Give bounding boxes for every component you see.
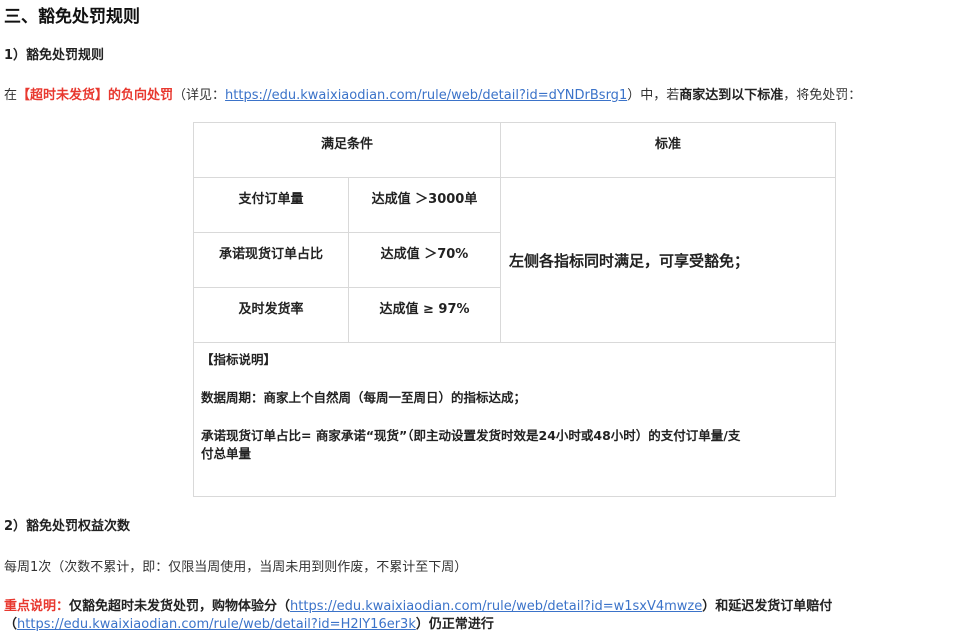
key-note-line2: （https://edu.kwaixiaodian.com/rule/web/d… [4, 613, 494, 632]
key-note-text3: （ [4, 617, 18, 632]
value-cell: 达成值 ≥ 97% [347, 287, 502, 343]
note-ratio-line1: 承诺现货订单占比= 商家承诺“现货”（即主动设置发货时效是24小时或48小时）的… [201, 428, 741, 443]
key-note-text1: 仅豁免超时未发货处罚，购物体验分（ [69, 599, 291, 614]
indicator-note-cell: 【指标说明】 数据周期：商家上个自然周（每周一至周日）的指标达成； 承诺现货订单… [192, 342, 837, 497]
table-note-row: 【指标说明】 数据周期：商家上个自然周（每周一至周日）的指标达成； 承诺现货订单… [192, 342, 837, 497]
metric-cell: 支付订单量 [193, 177, 349, 233]
metric-cell: 承诺现货订单占比 [193, 232, 349, 288]
intro-bold-text: 商家达到以下标准 [679, 88, 784, 103]
intro-paragraph: 在【超时未发货】的负向处罚（详见：https://edu.kwaixiaodia… [4, 84, 861, 103]
table-header-row: 满足条件 标准 [192, 122, 837, 178]
document-page: 三、豁免处罚规则 1）豁免处罚规则 在【超时未发货】的负向处罚（详见：https… [0, 0, 957, 633]
intro-red-text: 【超时未发货】的负向处罚 [17, 88, 174, 103]
shopping-experience-link[interactable]: https://edu.kwaixiaodian.com/rule/web/de… [290, 599, 702, 614]
subsection-title-exemption-count: 2）豁免处罚权益次数 [4, 519, 131, 534]
note-ratio-line2: 付总单量 [201, 446, 252, 461]
frequency-text: 每周1次（次数不累计，即：仅限当周使用，当周未用到则作废，不累计至下周） [4, 560, 468, 575]
rule-table-container: 满足条件 标准 支付订单量 达成值 ＞3000单 左侧各指标同时满足，可享受豁免… [192, 122, 837, 497]
key-note-label: 重点说明： [4, 599, 70, 614]
header-condition: 满足条件 [192, 122, 502, 178]
note-title: 【指标说明】 [201, 352, 277, 367]
key-note-line1: 重点说明：仅豁免超时未发货处罚，购物体验分（https://edu.kwaixi… [4, 595, 832, 614]
delay-compensation-link[interactable]: https://edu.kwaixiaodian.com/rule/web/de… [17, 617, 416, 632]
section-title: 三、豁免处罚规则 [4, 7, 140, 27]
rule-table: 满足条件 标准 支付订单量 达成值 ＞3000单 左侧各指标同时满足，可享受豁免… [192, 122, 837, 497]
intro-mid: （详见： [173, 88, 226, 103]
key-note-text4: ）仍正常进行 [415, 617, 494, 632]
intro-suffix: ，将免处罚： [783, 88, 862, 103]
intro-after-link: ）中，若 [627, 88, 680, 103]
value-cell: 达成值 ＞3000单 [347, 177, 502, 233]
value-cell: 达成值 ＞70% [347, 232, 502, 288]
table-row: 支付订单量 达成值 ＞3000单 左侧各指标同时满足，可享受豁免； [193, 177, 837, 343]
rule-detail-link[interactable]: https://edu.kwaixiaodian.com/rule/web/de… [225, 88, 627, 103]
subsection-title-exemption-rules: 1）豁免处罚规则 [4, 48, 105, 63]
intro-prefix: 在 [4, 88, 18, 103]
header-standard: 标准 [500, 122, 837, 178]
note-period: 数据周期：商家上个自然周（每周一至周日）的指标达成； [201, 390, 527, 405]
standard-cell: 左侧各指标同时满足，可享受豁免； [500, 177, 837, 343]
key-note-text2: ）和延迟发货订单赔付 [702, 599, 833, 614]
metric-cell: 及时发货率 [193, 287, 349, 343]
